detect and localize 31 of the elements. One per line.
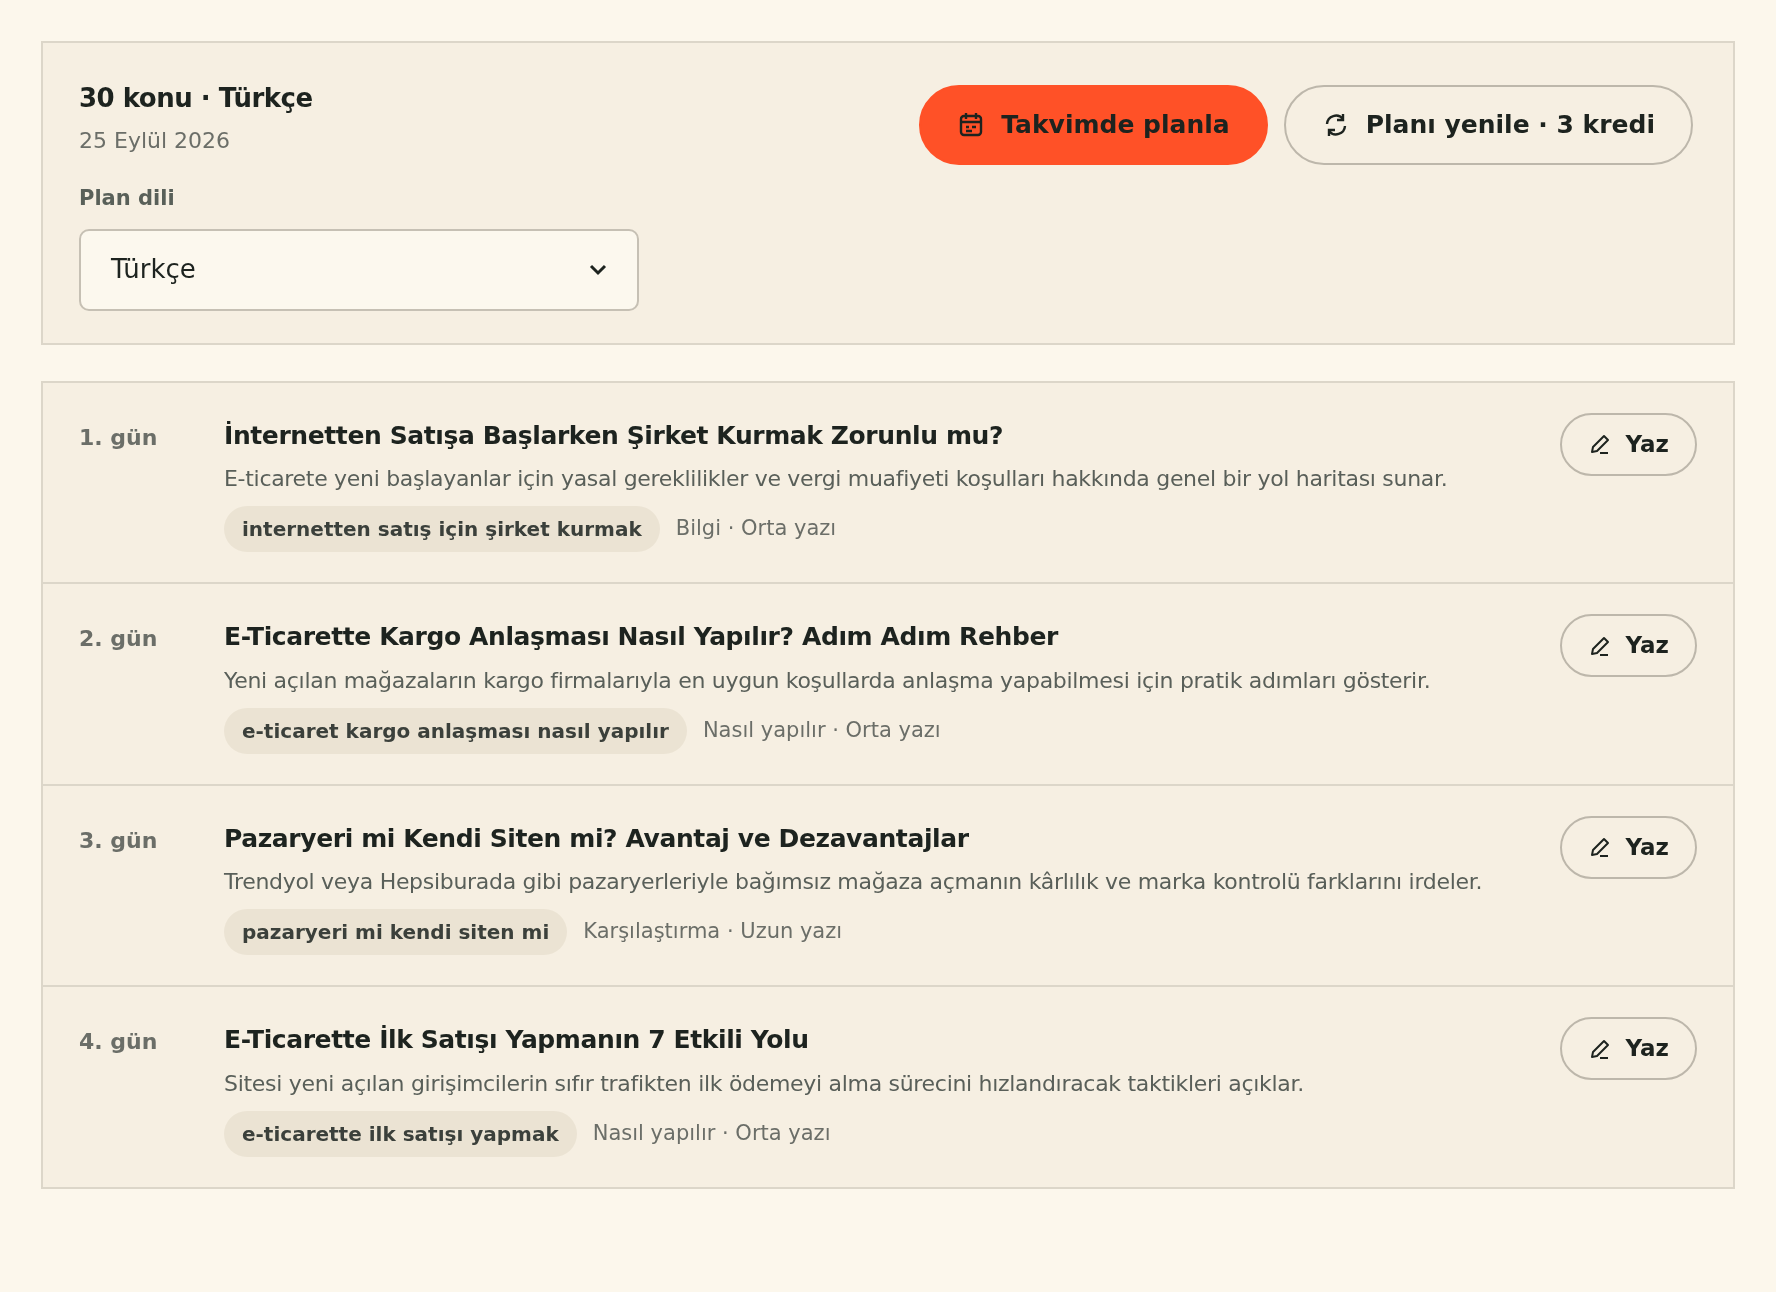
topic-meta: Bilgi · Orta yazı bbox=[675, 515, 837, 543]
regenerate-button[interactable]: Planı yenile · 3 kredi bbox=[1283, 85, 1693, 165]
day-label: 2. gün bbox=[79, 625, 159, 653]
language-select[interactable]: Türkçe bbox=[79, 228, 639, 311]
topic-title: E-Ticarette Kargo Anlaşması Nasıl Yapılır? Adım Adım Rehber bbox=[224, 621, 1060, 653]
topic-description: Sitesi yeni açılan girişimcilerin sıfır trafikten ilk ödemeyi alma sürecini hızlandıracak taktikleri açıklar. bbox=[224, 1069, 1305, 1098]
topic-title: İnternetten Satışa Başlarken Şirket Kurmak Zorunlu mu? bbox=[224, 419, 1005, 452]
field-label: Plan dili bbox=[79, 185, 176, 212]
write-button[interactable]: Yaz bbox=[1559, 412, 1697, 476]
keyword-tag: e-ticaret kargo anlaşması nasıl yapılır bbox=[224, 707, 687, 754]
day-label: 3. gün bbox=[79, 826, 159, 855]
write-button[interactable]: Yaz bbox=[1559, 614, 1697, 677]
keyword-tag: internetten satış için şirket kurmak bbox=[224, 506, 660, 552]
plan-title: 30 konu · Türkçe bbox=[79, 82, 314, 115]
topic-description: E-ticarete yeni başlayanlar için yasal gereklilikler ve vergi muafiyeti koşulları hakkında genel bir yol haritası sunar. bbox=[224, 465, 1449, 493]
topic-meta: Karşılaştırma · Uzun yazı bbox=[583, 918, 843, 946]
write-button[interactable]: Yaz bbox=[1559, 815, 1697, 879]
topic-title: Pazaryeri mi Kendi Siten mi? Avantaj ve Dezavantajlar bbox=[224, 822, 970, 855]
topic-meta: Nasıl yapılır · Orta yazı bbox=[702, 716, 941, 744]
topic-description: Yeni açılan mağazaların kargo firmalarıyla en uygun koşullarda anlaşma yapabilmesi için pratik adımları gösterir. bbox=[224, 666, 1432, 695]
keyword-tag: pazaryeri mi kendi siten mi bbox=[224, 909, 568, 955]
plan-date: 25 Eylül 2026 bbox=[79, 127, 232, 155]
day-label: 4. gün bbox=[79, 1028, 159, 1056]
topic-meta: Nasıl yapılır · Orta yazı bbox=[592, 1119, 831, 1147]
schedule-button[interactable]: Takvimde planla bbox=[919, 85, 1268, 165]
chevron-down-icon bbox=[589, 263, 607, 276]
topic-description: Trendyol veya Hepsiburada gibi pazaryerleriyle bağımsız mağaza açmanın kârlılık ve marka kontrolü farklarını irdeler. bbox=[224, 868, 1484, 896]
day-label: 1. gün bbox=[79, 423, 159, 452]
topic-title: E-Ticarette İlk Satışı Yapmanın 7 Etkili Yolu bbox=[224, 1024, 810, 1056]
keyword-tag: e-ticarette ilk satışı yapmak bbox=[224, 1110, 577, 1157]
write-button[interactable]: Yaz bbox=[1559, 1017, 1697, 1080]
